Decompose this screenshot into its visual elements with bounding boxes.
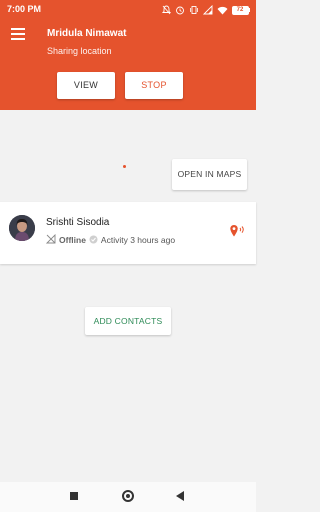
mute-icon bbox=[161, 5, 171, 15]
presence-label: Offline bbox=[59, 235, 86, 245]
alarm-icon bbox=[175, 5, 185, 15]
activity-label: Activity 3 hours ago bbox=[100, 235, 176, 245]
sharing-status: Sharing location bbox=[47, 46, 112, 56]
wifi-icon bbox=[217, 6, 228, 15]
add-contacts-button[interactable]: ADD CONTACTS bbox=[85, 307, 171, 335]
open-in-maps-button[interactable]: OPEN IN MAPS bbox=[172, 159, 247, 190]
navigation-bar bbox=[0, 482, 256, 512]
recents-icon[interactable] bbox=[70, 492, 78, 500]
contact-status-line: Offline Activity 3 hours ago bbox=[45, 233, 176, 246]
contact-card[interactable]: Srishti Sisodia Offline Activity 3 hours… bbox=[0, 202, 256, 264]
vibrate-icon bbox=[189, 5, 199, 15]
location-sharing-icon[interactable] bbox=[229, 224, 247, 243]
check-circle-icon bbox=[89, 235, 98, 246]
header: Mridula Nimawat Sharing location VIEW ST… bbox=[0, 20, 256, 110]
battery-icon: 72 bbox=[231, 5, 250, 15]
map-view[interactable]: OPEN IN MAPS bbox=[0, 110, 256, 200]
no-signal-icon bbox=[45, 233, 56, 246]
view-button[interactable]: VIEW bbox=[57, 72, 115, 99]
signal-icon bbox=[202, 5, 213, 15]
stop-button[interactable]: STOP bbox=[125, 72, 183, 99]
status-time: 7:00 PM bbox=[7, 4, 42, 14]
battery-level: 72 bbox=[231, 5, 249, 15]
user-name: Mridula Nimawat bbox=[47, 28, 127, 39]
avatar bbox=[9, 215, 35, 241]
contact-name: Srishti Sisodia bbox=[46, 217, 110, 228]
location-dot bbox=[123, 165, 126, 168]
back-icon[interactable] bbox=[176, 491, 184, 501]
status-bar: 7:00 PM 72 bbox=[0, 0, 256, 20]
status-icons: 72 bbox=[161, 3, 250, 17]
menu-icon[interactable] bbox=[11, 28, 25, 40]
home-icon[interactable] bbox=[122, 490, 134, 502]
